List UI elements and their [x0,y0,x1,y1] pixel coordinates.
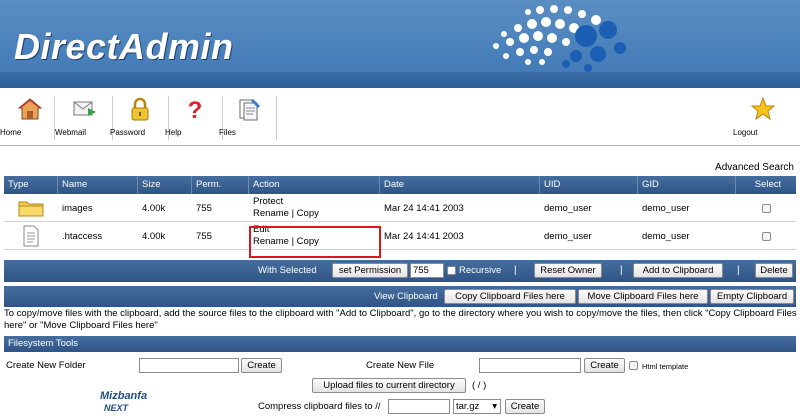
mizbanfa-watermark-icon: Mizbanfa NEXT [100,390,147,413]
reset-owner-button[interactable]: Reset Owner [534,263,602,278]
select-cell [736,194,796,222]
table-header: Type Name Size Perm. Action Date UID GID… [4,176,796,194]
file-name-link[interactable]: images [58,194,138,222]
compress-format-select[interactable]: tar.gz ▾ [453,399,501,414]
toolbar-webmail[interactable]: Webmail [55,92,115,142]
protect-link[interactable]: Protect [253,196,283,208]
col-name: Name [58,176,138,194]
col-gid: GID [638,176,736,194]
col-size: Size [138,176,192,194]
svg-text:Mizbanfa: Mizbanfa [100,390,147,402]
file-gid: demo_user [642,230,690,242]
folder-icon[interactable] [18,199,44,217]
new-folder-input[interactable] [139,358,239,373]
html-template-checkbox[interactable] [629,361,638,370]
bar-separator: | [737,265,740,276]
file-perm-link[interactable]: 755 [192,222,249,250]
help-icon: ? [188,97,203,122]
view-clipboard-link[interactable]: View Clipboard [374,291,438,302]
file-date: Mar 24 14:41 2003 [384,202,464,214]
html-template-label: Html template [642,362,689,371]
select-checkbox[interactable] [761,203,771,213]
clipboard-bar: View Clipboard Copy Clipboard Files here… [4,286,796,307]
toolbar-help[interactable]: ? Help [165,92,225,142]
upload-path: ( / ) [472,380,487,391]
create-folder-button[interactable]: Create [241,358,282,373]
filesystem-tools-header: Filesystem Tools [4,336,796,352]
upload-files-button[interactable]: Upload files to current directory [312,378,466,393]
file-date: Mar 24 14:41 2003 [384,230,464,242]
col-uid: UID [540,176,638,194]
action-cell: Protect Rename | Copy [249,194,380,222]
copy-link[interactable]: Copy [297,208,319,219]
with-selected-label: With Selected [258,265,317,276]
action-links: Rename | Copy [253,208,319,220]
type-cell [18,222,58,250]
table-row: images 4.00k 755 Protect Rename | Copy M… [4,194,796,222]
type-cell [14,194,58,222]
action-separator: | [291,208,295,219]
file-gid: demo_user [642,202,690,214]
file-table: Type Name Size Perm. Action Date UID GID… [4,176,796,250]
bar-separator: | [620,265,623,276]
create-file-label: Create New File [366,360,435,371]
recursive-label: Recursive [459,265,502,276]
permission-input[interactable]: 755 [410,263,444,278]
header-band [0,72,800,88]
toolbar-home[interactable]: Home [0,92,60,142]
move-clipboard-button[interactable]: Move Clipboard Files here [578,289,708,304]
col-type: Type [4,176,58,194]
toolbar-separator [276,96,277,140]
clipboard-instructions: To copy/move files with the clipboard, a… [4,308,797,331]
col-action: Action [249,176,380,194]
toolbar-logout[interactable]: Logout [733,92,793,142]
toolbar-password[interactable]: Password [110,92,170,142]
table-row: .htaccess 4.00k 755 Edit Rename | Copy M… [4,222,796,250]
compress-path-input[interactable] [388,399,450,414]
file-icon[interactable] [22,225,40,247]
highlight-box [249,226,381,258]
file-size: 4.00k [142,230,166,242]
advanced-search-link[interactable]: Advanced Search [715,162,794,173]
col-perm: Perm. [192,176,249,194]
select-checkbox[interactable] [761,231,771,241]
col-date: Date [380,176,540,194]
compress-create-button[interactable]: Create [505,399,545,414]
create-folder-label: Create New Folder [6,360,86,371]
add-to-clipboard-button[interactable]: Add to Clipboard [633,263,723,278]
file-uid: demo_user [544,202,592,214]
directadmin-logo: DirectAdmin [14,26,234,67]
chevron-down-icon: ▾ [492,401,497,412]
webmail-icon [73,101,96,116]
main-toolbar: Home Webmail Password ? Help Files Logou… [0,88,800,146]
compress-label: Compress clipboard files to // [258,401,381,412]
with-selected-bar: With Selected set Permission 755 Recursi… [4,260,796,282]
delete-button[interactable]: Delete [755,263,793,278]
svg-text:NEXT: NEXT [104,403,130,413]
rename-link[interactable]: Rename [253,208,289,219]
header-banner: DirectAdmin [0,0,800,88]
select-cell [736,222,796,250]
create-file-button[interactable]: Create [584,358,625,373]
lock-icon [131,97,149,121]
col-select: Select [754,179,782,190]
file-name-link[interactable]: .htaccess [58,222,138,250]
toolbar-files[interactable]: Files [219,92,279,142]
compress-format-value: tar.gz [456,401,480,412]
file-size: 4.00k [142,202,166,214]
files-icon [239,99,260,121]
home-icon [17,98,43,120]
file-uid: demo_user [544,230,592,242]
svg-text:?: ? [188,97,203,122]
empty-clipboard-button[interactable]: Empty Clipboard [710,289,794,304]
new-file-input[interactable] [479,358,581,373]
bar-separator: | [514,265,517,276]
copy-clipboard-button[interactable]: Copy Clipboard Files here [444,289,576,304]
set-permission-button[interactable]: set Permission [332,263,408,278]
recursive-checkbox[interactable] [447,266,456,275]
file-perm-link[interactable]: 755 [192,194,249,222]
star-icon [750,96,776,121]
